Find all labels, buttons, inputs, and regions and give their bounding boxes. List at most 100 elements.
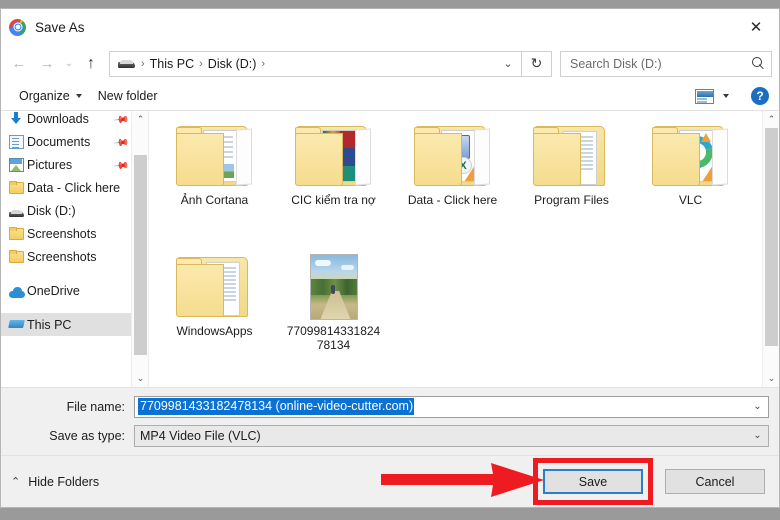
navigation-pane: Downloads 📌 Documents 📌 Pictures 📌 Data …: [1, 111, 149, 387]
breadcrumb-item-this-pc[interactable]: This PC: [147, 57, 197, 71]
recent-locations-button[interactable]: ⌄: [61, 50, 77, 78]
breadcrumb-separator-1: ›: [199, 57, 203, 70]
navigation-bar: ← → ⌄ ↑ › This PC › Disk (D:) › ⌄ ↻: [1, 45, 779, 82]
sidebar-item-data-click-here[interactable]: Data - Click here: [1, 176, 131, 199]
file-grid: Ảnh Cortana CIC kiểm tra nợ X Data - Cli…: [149, 117, 761, 387]
back-button[interactable]: ←: [5, 50, 33, 78]
breadcrumb[interactable]: › This PC › Disk (D:) › ⌄: [109, 50, 522, 77]
change-view-button[interactable]: [687, 86, 737, 107]
save-button-wrapper: Save: [533, 458, 653, 505]
this-pc-icon: [9, 318, 24, 332]
new-folder-button[interactable]: New folder: [90, 86, 166, 106]
file-item[interactable]: VLC: [631, 117, 750, 248]
refresh-button[interactable]: ↻: [522, 50, 552, 77]
up-button[interactable]: ↑: [77, 50, 105, 78]
cloud-icon: [9, 284, 25, 298]
folder-icon: [175, 123, 254, 189]
title-bar: Save As ✕: [1, 9, 779, 45]
file-name-input[interactable]: 7709981433182478134 (online-video-cutter…: [135, 397, 747, 417]
folder-icon: [651, 123, 730, 189]
sidebar-item-this-pc[interactable]: This PC: [1, 313, 131, 336]
file-name-label: Ảnh Cortana: [180, 193, 249, 207]
sidebar-item-screenshots-2[interactable]: Screenshots: [1, 245, 131, 268]
video-thumbnail: [309, 254, 358, 320]
pin-icon: 📌: [112, 157, 130, 174]
search-input[interactable]: [570, 56, 752, 71]
close-icon[interactable]: ✕: [733, 9, 779, 45]
scroll-down-icon[interactable]: ⌄: [132, 370, 148, 387]
file-item[interactable]: 77099814331824 78134: [274, 248, 393, 379]
pictures-icon: [9, 157, 24, 172]
organize-button[interactable]: Organize: [11, 86, 90, 106]
chevron-down-icon: [723, 94, 729, 98]
file-item[interactable]: Program Files: [512, 117, 631, 248]
cancel-button[interactable]: Cancel: [665, 469, 765, 494]
chevron-down-icon[interactable]: ⌄: [747, 397, 768, 417]
scroll-up-icon[interactable]: ⌃: [132, 111, 148, 128]
pin-icon: 📌: [112, 134, 130, 151]
sidebar-item-label: Documents: [27, 134, 91, 149]
file-list-scrollbar[interactable]: ⌃ ⌄: [762, 111, 779, 387]
breadcrumb-separator-2: ›: [261, 57, 266, 70]
save-as-type-row: Save as type: MP4 Video File (VLC) ⌄: [1, 424, 779, 447]
navigation-pane-list: Downloads 📌 Documents 📌 Pictures 📌 Data …: [1, 111, 131, 387]
file-name-value: 7709981433182478134 (online-video-cutter…: [138, 398, 415, 415]
help-button[interactable]: ?: [751, 87, 769, 105]
file-item[interactable]: X Data - Click here: [393, 117, 512, 248]
breadcrumb-item-disk-d[interactable]: Disk (D:): [205, 57, 260, 71]
sidebar-item-disk-d[interactable]: Disk (D:): [1, 199, 131, 222]
scroll-up-icon[interactable]: ⌃: [763, 111, 779, 128]
sidebar-item-documents[interactable]: Documents 📌: [1, 130, 131, 153]
sidebar-item-onedrive[interactable]: OneDrive: [1, 279, 131, 302]
new-folder-label: New folder: [97, 89, 158, 103]
sidebar-item-label: Screenshots: [27, 226, 97, 241]
sidebar-item-screenshots-1[interactable]: Screenshots: [1, 222, 131, 245]
file-list-pane: Ảnh Cortana CIC kiểm tra nợ X Data - Cli…: [149, 111, 779, 387]
command-bar: Organize New folder ?: [1, 82, 779, 111]
hide-folders-button[interactable]: ⌃ Hide Folders: [11, 475, 99, 489]
file-name-label: File name:: [66, 399, 125, 414]
chevron-down-icon: [75, 94, 82, 98]
drive-icon: [9, 204, 24, 218]
download-icon: [9, 111, 24, 126]
pin-icon: 📌: [112, 111, 130, 128]
search-icon: [752, 57, 765, 70]
file-name-row: File name: 7709981433182478134 (online-v…: [1, 395, 779, 418]
folder-icon: [9, 226, 24, 241]
breadcrumb-separator-0: ›: [141, 57, 145, 70]
save-button[interactable]: Save: [543, 469, 643, 494]
drive-icon: [118, 58, 136, 69]
scroll-down-icon[interactable]: ⌄: [763, 370, 779, 387]
scrollbar-thumb[interactable]: [134, 155, 147, 355]
sidebar-item-pictures[interactable]: Pictures 📌: [1, 153, 131, 176]
chrome-icon: [9, 18, 26, 36]
file-name-label: Data - Click here: [407, 193, 498, 207]
sidebar-item-downloads[interactable]: Downloads 📌: [1, 111, 131, 130]
file-fields: File name: 7709981433182478134 (online-v…: [1, 388, 779, 455]
hide-folders-label: Hide Folders: [28, 474, 100, 489]
chevron-down-icon[interactable]: ⌄: [747, 426, 768, 446]
breadcrumb-dropdown-icon[interactable]: ⌄: [497, 57, 519, 70]
forward-button[interactable]: →: [33, 50, 61, 78]
sidebar-item-label: Data - Click here: [27, 180, 121, 195]
scrollbar-thumb[interactable]: [765, 128, 778, 346]
organize-label: Organize: [19, 89, 70, 103]
file-name-combobox[interactable]: 7709981433182478134 (online-video-cutter…: [134, 395, 769, 418]
file-item[interactable]: CIC kiểm tra nợ: [274, 117, 393, 248]
folder-icon: [175, 254, 254, 320]
save-as-type-label: Save as type:: [49, 428, 125, 443]
dialog-body: Downloads 📌 Documents 📌 Pictures 📌 Data …: [1, 111, 779, 388]
sidebar-item-label: This PC: [27, 317, 72, 332]
save-as-dialog: Save As ✕ ← → ⌄ ↑ › This PC › Disk (D:) …: [0, 8, 780, 508]
folder-icon: [9, 249, 24, 264]
search-box[interactable]: [560, 50, 772, 77]
folder-icon: [294, 123, 373, 189]
file-item[interactable]: WindowsApps: [155, 248, 274, 379]
navigation-pane-scrollbar[interactable]: ⌃ ⌄: [131, 111, 148, 387]
sidebar-item-label: Screenshots: [27, 249, 97, 264]
file-item[interactable]: Ảnh Cortana: [155, 117, 274, 248]
save-as-type-combobox[interactable]: MP4 Video File (VLC) ⌄: [134, 424, 769, 447]
window-title: Save As: [35, 19, 85, 35]
